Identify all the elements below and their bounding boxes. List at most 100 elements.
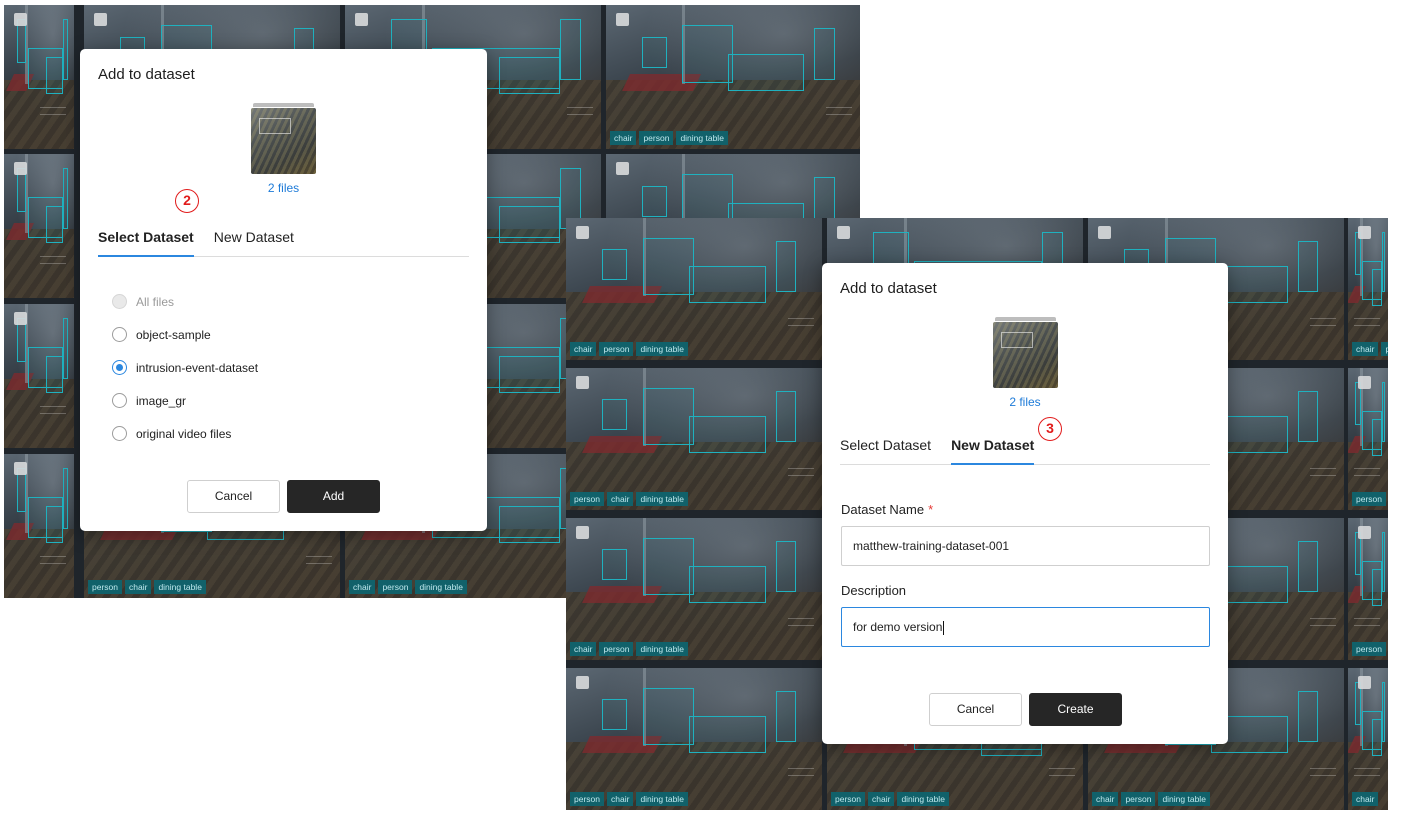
cancel-button[interactable]: Cancel: [929, 693, 1022, 726]
file-thumbnail: [993, 317, 1058, 389]
image-tile[interactable]: person: [1348, 368, 1388, 510]
tile-checkbox[interactable]: [1098, 226, 1111, 239]
tile-checkbox[interactable]: [355, 13, 368, 26]
label-tag: person: [570, 792, 604, 806]
image-tile[interactable]: person chair dining table: [566, 368, 822, 510]
detection-box: [601, 399, 628, 431]
label-tag: person: [639, 131, 674, 145]
label-tag: person: [378, 580, 413, 594]
detection-box: [62, 168, 69, 229]
tile-checkbox[interactable]: [616, 13, 629, 26]
camera-timestamp: [826, 107, 852, 115]
label-tag: person: [599, 642, 634, 656]
image-tile[interactable]: [4, 5, 74, 149]
required-mark: *: [928, 502, 934, 517]
option-label: original video files: [136, 426, 232, 441]
label-tag: person: [88, 580, 122, 594]
detection-box: [1381, 382, 1385, 442]
detection-box: [642, 237, 694, 295]
detection-box: [727, 53, 805, 92]
tile-checkbox[interactable]: [837, 226, 850, 239]
tile-checkbox[interactable]: [14, 312, 27, 325]
create-button[interactable]: Create: [1029, 693, 1122, 726]
radio-button[interactable]: [112, 327, 127, 342]
detection-box: [1372, 269, 1382, 307]
detection-box: [1297, 540, 1319, 592]
camera-timestamp: [788, 318, 814, 326]
detection-box: [62, 19, 69, 80]
detection-box: [814, 28, 835, 80]
image-tile[interactable]: chair person dining table: [606, 5, 860, 149]
tile-checkbox[interactable]: [14, 13, 27, 26]
add-to-dataset-dialog-new: Add to dataset 2 files Select Dataset Ne…: [822, 263, 1228, 744]
tile-checkbox[interactable]: [1358, 226, 1371, 239]
radio-button[interactable]: [112, 393, 127, 408]
camera-timestamp: [1049, 768, 1075, 776]
tile-checkbox[interactable]: [14, 162, 27, 175]
radio-button[interactable]: [112, 360, 127, 375]
image-tile[interactable]: [4, 454, 74, 598]
tile-checkbox[interactable]: [576, 526, 589, 539]
option-intrusion-event-dataset[interactable]: intrusion-event-dataset: [112, 351, 258, 384]
radio-button[interactable]: [112, 426, 127, 441]
image-tile[interactable]: chair person dining table: [566, 218, 822, 360]
label-tag: person: [1352, 642, 1386, 656]
camera-timestamp: [40, 406, 66, 414]
label-tag: chair: [607, 492, 634, 506]
tile-checkbox[interactable]: [1358, 376, 1371, 389]
detection-box: [601, 549, 628, 581]
description-input[interactable]: for demo version: [841, 607, 1210, 647]
camera-timestamp: [1354, 768, 1380, 776]
detection-box: [62, 318, 69, 379]
dataset-name-input[interactable]: matthew-training-dataset-001: [841, 526, 1210, 566]
detection-box: [688, 566, 766, 604]
cancel-button[interactable]: Cancel: [187, 480, 280, 513]
label-tag: dining table: [1158, 792, 1210, 806]
tile-checkbox[interactable]: [1358, 526, 1371, 539]
thumbnail-stack-edge: [253, 103, 314, 107]
image-tile[interactable]: person: [1348, 518, 1388, 660]
tile-checkbox[interactable]: [1358, 676, 1371, 689]
image-tile[interactable]: chair person dining table: [566, 518, 822, 660]
tab-select-dataset[interactable]: Select Dataset: [840, 431, 931, 465]
label-tag: person: [1121, 792, 1156, 806]
image-tile[interactable]: [4, 304, 74, 448]
tab-new-dataset[interactable]: New Dataset: [214, 223, 294, 257]
image-tile[interactable]: person chair dining table: [566, 668, 822, 810]
detection-box: [601, 249, 628, 281]
detection-box: [775, 690, 797, 742]
option-original-video-files[interactable]: original video files: [112, 417, 258, 450]
option-object-sample[interactable]: object-sample: [112, 318, 258, 351]
camera-timestamp: [567, 107, 593, 115]
thumbnail-image: [993, 322, 1058, 388]
detection-box: [560, 19, 581, 80]
detection-box: [682, 25, 733, 83]
files-count-link[interactable]: 2 files: [80, 181, 487, 195]
tile-checkbox[interactable]: [94, 13, 107, 26]
image-tile[interactable]: [4, 154, 74, 298]
option-image-gr[interactable]: image_gr: [112, 384, 258, 417]
label-tag: chair: [1352, 342, 1379, 356]
files-count-link[interactable]: 2 files: [822, 395, 1228, 409]
image-tile[interactable]: chairperson: [1348, 218, 1388, 360]
tile-checkbox[interactable]: [14, 462, 27, 475]
label-tag: dining table: [636, 342, 688, 356]
camera-timestamp: [40, 107, 66, 115]
step-badge: 2: [175, 189, 199, 213]
detection-box: [498, 355, 561, 394]
tile-tags: chair person dining table: [349, 580, 467, 594]
tile-tags: person chair dining table: [88, 580, 206, 594]
tile-checkbox[interactable]: [576, 376, 589, 389]
tile-checkbox[interactable]: [616, 162, 629, 175]
tab-select-dataset[interactable]: Select Dataset: [98, 223, 194, 257]
dataset-options: All files object-sample intrusion-event-…: [112, 285, 258, 450]
tile-checkbox[interactable]: [576, 226, 589, 239]
tile-checkbox[interactable]: [576, 676, 589, 689]
tab-new-dataset[interactable]: New Dataset: [951, 431, 1035, 465]
camera-timestamp: [1354, 318, 1380, 326]
add-button[interactable]: Add: [287, 480, 380, 513]
option-label: All files: [136, 294, 175, 309]
dataset-tabs: Select Dataset New Dataset: [840, 431, 1210, 465]
image-tile[interactable]: chair: [1348, 668, 1388, 810]
camera-timestamp: [40, 556, 66, 564]
